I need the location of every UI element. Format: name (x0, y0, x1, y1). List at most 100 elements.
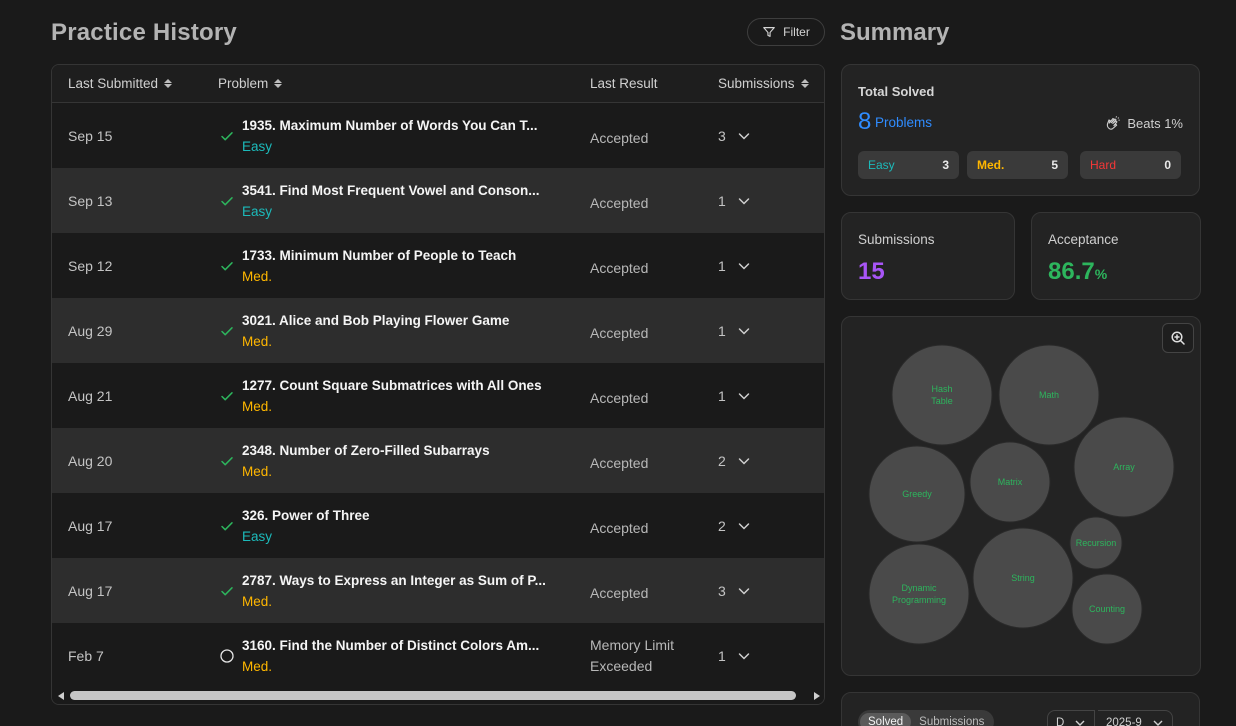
topic-bubble[interactable]: Matrix (969, 441, 1051, 523)
submissions-label: Submissions (858, 232, 935, 247)
last-result: Accepted (590, 260, 649, 276)
topic-bubble[interactable]: Greedy (868, 445, 966, 543)
last-result: Memory Limit Exceeded (590, 637, 675, 674)
med-count: 5 (1051, 158, 1058, 172)
submission-count: 2 (718, 518, 726, 534)
problem-title-link[interactable]: 3160. Find the Number of Distinct Colors… (242, 638, 539, 653)
chevron-down-icon[interactable] (737, 324, 751, 338)
problem-title-link[interactable]: 1277. Count Square Submatrices with All … (242, 378, 542, 393)
col-submissions[interactable]: Submissions (718, 76, 809, 91)
topic-bubble[interactable]: Hash Table (891, 344, 993, 446)
accepted-check-icon (221, 132, 233, 141)
scroll-right-icon[interactable] (814, 692, 820, 700)
problem-title-link[interactable]: 1935. Maximum Number of Words You Can T.… (242, 118, 538, 133)
hard-label: Hard (1090, 158, 1117, 172)
chevron-down-icon[interactable] (737, 129, 751, 143)
topic-bubble[interactable]: Counting (1071, 573, 1143, 645)
easy-count: 3 (942, 158, 949, 172)
tab-submissions[interactable]: Submissions (911, 713, 992, 726)
col-last-submitted[interactable]: Last Submitted (68, 76, 173, 91)
zoom-button[interactable] (1162, 323, 1194, 353)
problem-title-link[interactable]: 3541. Find Most Frequent Vowel and Conso… (242, 183, 540, 198)
col-label: Last Result (590, 76, 658, 91)
chevron-down-icon[interactable] (737, 454, 751, 468)
scroll-left-icon[interactable] (58, 692, 64, 700)
filter-icon (763, 27, 775, 37)
table-row[interactable]: Feb 7 3160. Find the Number of Distinct C… (52, 623, 824, 688)
topic-bubble[interactable]: String (972, 527, 1074, 629)
table-row[interactable]: Aug 17 2787. Ways to Express an Integer a… (52, 558, 824, 623)
scroll-thumb[interactable] (70, 691, 796, 700)
chevron-down-icon[interactable] (737, 584, 751, 598)
topic-bubble[interactable]: Math (998, 344, 1100, 446)
submitted-date: Aug 29 (68, 323, 113, 339)
period-select[interactable]: D (1047, 710, 1096, 726)
page-title: Practice History (51, 19, 237, 46)
topic-label: Recursion (1076, 538, 1117, 548)
topic-bubble[interactable]: Recursion (1069, 516, 1123, 570)
filter-button[interactable]: Filter (747, 18, 825, 46)
table-row[interactable]: Aug 17 326. Power of Three Easy Accepted 2 (52, 493, 824, 558)
last-result: Accepted (590, 130, 649, 146)
solved-unit: Problems (875, 115, 933, 130)
accepted-check-icon (221, 197, 233, 206)
month-value: 2025-9 (1106, 717, 1142, 726)
table-row[interactable]: Aug 21 1277. Count Square Submatrices wit… (52, 363, 824, 428)
filter-label: Filter (783, 25, 810, 39)
accepted-check-icon (221, 587, 233, 596)
topic-bubble-circle[interactable] (891, 344, 993, 446)
chevron-down-icon[interactable] (737, 519, 751, 533)
chevron-down-icon[interactable] (737, 389, 751, 403)
table-body: Sep 15 1935. Maximum Number of Words You … (52, 103, 824, 688)
chevron-down-icon[interactable] (737, 259, 751, 273)
tab-solved[interactable]: Solved (860, 713, 912, 726)
table-row[interactable]: Aug 20 2348. Number of Zero-Filled Subarr… (52, 428, 824, 493)
problem-title-link[interactable]: 2787. Ways to Express an Integer as Sum … (242, 573, 546, 588)
acceptance-card: Acceptance 86.7% (1031, 212, 1201, 300)
problem-title-link[interactable]: 326. Power of Three (242, 508, 370, 523)
horizontal-scrollbar[interactable] (52, 688, 824, 704)
beats-stat: Beats 1% (1105, 115, 1183, 131)
sort-icon (800, 79, 809, 88)
difficulty-label: Med. (242, 464, 273, 479)
chevron-down-icon[interactable] (737, 194, 751, 208)
clap-icon (1107, 116, 1121, 130)
submitted-date: Aug 17 (68, 583, 113, 599)
chevron-down-icon[interactable] (737, 649, 751, 663)
col-problem[interactable]: Problem (218, 76, 283, 91)
table-row[interactable]: Sep 13 3541. Find Most Frequent Vowel and… (52, 168, 824, 233)
col-label: Submissions (718, 76, 795, 91)
month-select[interactable]: 2025-9 (1098, 710, 1173, 726)
accepted-check-icon (221, 522, 233, 531)
problem-title-link[interactable]: 1733. Minimum Number of People to Teach (242, 248, 516, 263)
summary-panel: Summary Total Solved 8 Problems Beats 1%… (840, 0, 1201, 726)
attempted-circle-icon (220, 649, 234, 663)
easy-count-pill: Easy 3 (858, 151, 959, 179)
topic-label: String (1011, 573, 1035, 583)
table-row[interactable]: Sep 15 1935. Maximum Number of Words You … (52, 103, 824, 168)
topic-bubble-circle[interactable] (868, 543, 970, 645)
hard-count-pill: Hard 0 (1080, 151, 1181, 179)
col-label: Last Submitted (68, 76, 159, 91)
difficulty-label: Med. (242, 269, 273, 284)
sort-icon (274, 79, 283, 88)
total-solved-card: Total Solved 8 Problems Beats 1% Easy 3 … (841, 64, 1200, 196)
last-result: Accepted (590, 390, 649, 406)
table-row[interactable]: Sep 12 1733. Minimum Number of People to … (52, 233, 824, 298)
problem-title-link[interactable]: 2348. Number of Zero-Filled Subarrays (242, 443, 490, 458)
topic-bubble[interactable]: Array (1073, 416, 1175, 518)
accepted-check-icon (221, 262, 233, 271)
acceptance-value: 86.7 (1048, 258, 1095, 285)
difficulty-label: Med. (242, 334, 273, 349)
total-solved-label: Total Solved (858, 84, 935, 99)
accepted-check-icon (221, 457, 233, 466)
difficulty-label: Med. (242, 659, 273, 674)
difficulty-label: Easy (242, 204, 273, 219)
submission-count: 1 (718, 388, 726, 404)
topic-label: Programming (892, 595, 946, 605)
chevron-down-icon (1153, 720, 1163, 726)
table-row[interactable]: Aug 29 3021. Alice and Bob Playing Flower… (52, 298, 824, 363)
topic-bubble[interactable]: Dynamic Programming (868, 543, 970, 645)
problem-title-link[interactable]: 3021. Alice and Bob Playing Flower Game (242, 313, 509, 328)
last-result: Accepted (590, 455, 649, 471)
